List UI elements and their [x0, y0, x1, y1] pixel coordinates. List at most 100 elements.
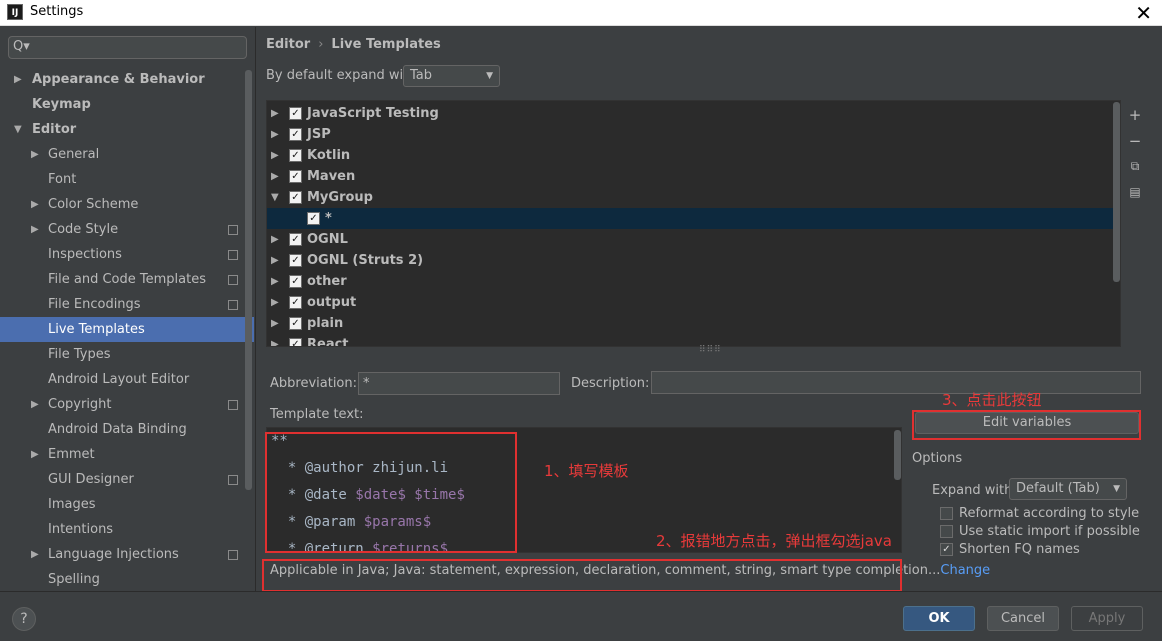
template-checkbox[interactable]: ✓	[289, 107, 302, 120]
chevron-right-icon[interactable]: ▶	[31, 192, 39, 217]
template-variable: $returns$	[372, 541, 449, 553]
sidebar-scrollbar[interactable]	[245, 70, 252, 490]
sidebar-item-label: Android Layout Editor	[48, 372, 190, 387]
editor-scrollbar[interactable]	[894, 430, 901, 480]
apply-button[interactable]: Apply	[1071, 606, 1143, 631]
chevron-right-icon[interactable]: ▶	[271, 166, 279, 187]
template-group-row[interactable]: ▶ ✓ other	[267, 271, 1120, 292]
chevron-right-icon[interactable]: ▶	[271, 334, 279, 346]
template-group-row[interactable]: ▶ ✓ JSP	[267, 124, 1120, 145]
chevron-right-icon[interactable]: ▶	[31, 442, 39, 467]
sidebar-item[interactable]: ▶ Language Injections	[0, 542, 254, 567]
chevron-right-icon[interactable]: ▶	[271, 250, 279, 271]
chevron-right-icon[interactable]: ▶	[14, 67, 22, 92]
chevron-down-icon: ▼	[486, 71, 493, 81]
edit-variables-button[interactable]: Edit variables	[915, 412, 1139, 434]
chevron-right-icon[interactable]: ▶	[271, 145, 279, 166]
chevron-down-icon[interactable]: ▼	[271, 187, 279, 208]
chevron-right-icon[interactable]: ▶	[31, 142, 39, 167]
sidebar-item[interactable]: ▶ Copyright	[0, 392, 254, 417]
remove-icon[interactable]: −	[1128, 133, 1142, 149]
template-checkbox[interactable]: ✓	[289, 317, 302, 330]
add-icon[interactable]: +	[1128, 107, 1142, 123]
sidebar-item[interactable]: ▶ Code Style	[0, 217, 254, 242]
sidebar-item[interactable]: Spelling	[0, 567, 254, 592]
sidebar-item[interactable]: ▶ Appearance & Behavior	[0, 67, 254, 92]
sidebar-item[interactable]: Android Layout Editor	[0, 367, 254, 392]
template-item[interactable]: ✓ *	[267, 208, 1120, 229]
cancel-button[interactable]: Cancel	[987, 606, 1059, 631]
chevron-right-icon[interactable]: ▶	[271, 271, 279, 292]
option-checkbox[interactable]: ✓	[940, 543, 953, 556]
sidebar-item[interactable]: ▶ Emmet	[0, 442, 254, 467]
sidebar-item[interactable]: Live Templates	[0, 317, 254, 342]
sidebar-item[interactable]: Font	[0, 167, 254, 192]
option-checkbox[interactable]	[940, 507, 953, 520]
sidebar-item[interactable]: Android Data Binding	[0, 417, 254, 442]
search-input[interactable]: Q▾	[8, 36, 247, 59]
breadcrumb-section[interactable]: Editor	[266, 37, 310, 52]
sidebar-item[interactable]: ▶ Color Scheme	[0, 192, 254, 217]
template-group-row[interactable]: ▼ ✓ MyGroup	[267, 187, 1120, 208]
template-checkbox[interactable]: ✓	[289, 275, 302, 288]
chevron-down-icon[interactable]: ▼	[14, 117, 22, 142]
template-checkbox[interactable]: ✓	[289, 149, 302, 162]
list-icon[interactable]: ▤	[1128, 184, 1142, 200]
template-checkbox[interactable]: ✓	[289, 233, 302, 246]
sidebar-item[interactable]: Intentions	[0, 517, 254, 542]
sidebar-item-label: Color Scheme	[48, 197, 139, 212]
help-button[interactable]: ?	[12, 607, 36, 631]
template-group-row[interactable]: ▶ ✓ Maven	[267, 166, 1120, 187]
sidebar-item-label: Android Data Binding	[48, 422, 187, 437]
template-group-row[interactable]: ▶ ✓ OGNL	[267, 229, 1120, 250]
chevron-right-icon[interactable]: ▶	[271, 103, 279, 124]
chevron-right-icon[interactable]: ▶	[271, 229, 279, 250]
template-group-row[interactable]: ▶ ✓ OGNL (Struts 2)	[267, 250, 1120, 271]
template-group-row[interactable]: ▶ ✓ plain	[267, 313, 1120, 334]
chevron-right-icon[interactable]: ▶	[31, 392, 39, 417]
template-group-row[interactable]: ▶ ✓ output	[267, 292, 1120, 313]
sidebar-item[interactable]: GUI Designer	[0, 467, 254, 492]
template-checkbox[interactable]: ✓	[289, 191, 302, 204]
copy-icon[interactable]: ⧉	[1128, 158, 1142, 174]
abbreviation-input[interactable]: *	[358, 372, 560, 395]
sidebar-item-label: Emmet	[48, 447, 95, 462]
template-name: JSP	[307, 127, 331, 142]
sidebar-item[interactable]: File Types	[0, 342, 254, 367]
chevron-right-icon[interactable]: ▶	[271, 313, 279, 334]
template-checkbox[interactable]: ✓	[289, 254, 302, 267]
options-expand-with-select[interactable]: Default (Tab) ▼	[1009, 478, 1127, 500]
template-checkbox[interactable]: ✓	[289, 296, 302, 309]
sidebar-item[interactable]: Images	[0, 492, 254, 517]
template-variable: $date$ $time$	[355, 487, 465, 503]
close-icon[interactable]: ✕	[1135, 1, 1152, 25]
chevron-right-icon[interactable]: ▶	[31, 542, 39, 567]
chevron-right-icon[interactable]: ▶	[271, 292, 279, 313]
template-checkbox[interactable]: ✓	[307, 212, 320, 225]
sidebar-item[interactable]: ▶ General	[0, 142, 254, 167]
sidebar-item[interactable]: File Encodings	[0, 292, 254, 317]
chevron-right-icon[interactable]: ▶	[271, 124, 279, 145]
chevron-down-icon: ▼	[1113, 484, 1120, 494]
sidebar-item[interactable]: Inspections	[0, 242, 254, 267]
template-checkbox[interactable]: ✓	[289, 128, 302, 141]
option-checkbox[interactable]	[940, 525, 953, 538]
template-checkbox[interactable]: ✓	[289, 338, 302, 346]
template-group-row[interactable]: ▶ ✓ Kotlin	[267, 145, 1120, 166]
sidebar-item[interactable]: File and Code Templates	[0, 267, 254, 292]
expand-with-select[interactable]: Tab ▼	[403, 65, 500, 87]
description-input[interactable]	[651, 371, 1141, 394]
change-link[interactable]: Change	[940, 563, 990, 578]
annotation-fill-template: 1、填写模板	[544, 462, 629, 480]
sidebar-item[interactable]: Keymap	[0, 92, 254, 117]
ok-button[interactable]: OK	[903, 606, 975, 631]
template-list-scrollbar[interactable]	[1113, 102, 1120, 282]
code-text: * @date	[271, 487, 356, 503]
sidebar-item[interactable]: ▼ Editor	[0, 117, 254, 142]
template-group-row[interactable]: ▶ ✓ JavaScript Testing	[267, 103, 1120, 124]
chevron-right-icon[interactable]: ▶	[31, 217, 39, 242]
splitter-grip[interactable]: ⠿⠿⠿	[699, 345, 722, 355]
template-group-row[interactable]: ▶ ✓ React	[267, 334, 1120, 346]
template-checkbox[interactable]: ✓	[289, 170, 302, 183]
template-name: JavaScript Testing	[307, 106, 439, 121]
